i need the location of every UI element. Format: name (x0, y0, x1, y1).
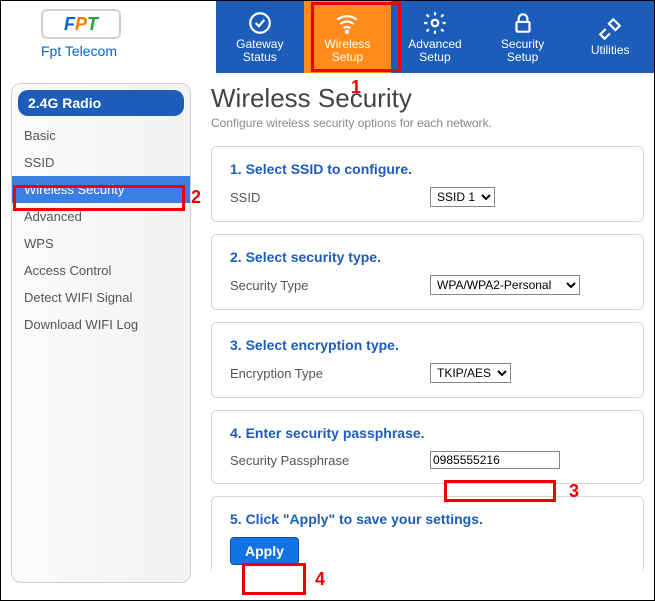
logo-letter-f: F (64, 14, 75, 35)
header: F P T Fpt Telecom Gateway Status Wireles… (1, 1, 654, 73)
nav-utilities[interactable]: Utilities (566, 1, 654, 73)
card-apply: 5. Click "Apply" to save your settings. … (211, 496, 644, 571)
logo-letter-t: T (87, 14, 98, 35)
nav-security-setup[interactable]: Security Setup (479, 1, 567, 73)
sidebar-item-advanced[interactable]: Advanced (12, 203, 190, 230)
annotation-4: 4 (315, 569, 325, 590)
passphrase-input[interactable] (430, 451, 560, 469)
lock-icon (510, 10, 536, 36)
page-subtitle: Configure wireless security options for … (211, 116, 644, 130)
label-security-type: Security Type (230, 278, 430, 293)
card-ssid: 1. Select SSID to configure. SSID SSID 1 (211, 146, 644, 222)
card-security-type: 2. Select security type. Security Type W… (211, 234, 644, 310)
logo-area: F P T Fpt Telecom (1, 1, 216, 73)
nav-label: Status (243, 51, 277, 64)
logo: F P T (41, 9, 121, 39)
card-title: 5. Click "Apply" to save your settings. (230, 511, 625, 527)
nav-label: Setup (419, 51, 450, 64)
nav-gateway-status[interactable]: Gateway Status (216, 1, 304, 73)
topnav: Gateway Status Wireless Setup Advanced S… (216, 1, 654, 73)
nav-label: Setup (507, 51, 538, 64)
sidebar-heading: 2.4G Radio (18, 90, 184, 116)
sidebar-item-detect-wifi[interactable]: Detect WIFI Signal (12, 284, 190, 311)
sidebar-item-wireless-security[interactable]: Wireless Security (12, 176, 190, 203)
ssid-select[interactable]: SSID 1 (430, 187, 495, 207)
sidebar-item-ssid[interactable]: SSID (12, 149, 190, 176)
page-title: Wireless Security (211, 83, 644, 114)
nav-label: Utilities (591, 44, 630, 57)
sidebar-item-download-log[interactable]: Download WIFI Log (12, 311, 190, 338)
card-title: 2. Select security type. (230, 249, 625, 265)
annotation-3: 3 (569, 481, 579, 502)
nav-wireless-setup[interactable]: Wireless Setup (304, 1, 392, 73)
content: Wireless Security Configure wireless sec… (211, 83, 644, 583)
label-encryption: Encryption Type (230, 366, 430, 381)
sidebar-item-access-control[interactable]: Access Control (12, 257, 190, 284)
card-title: 4. Enter security passphrase. (230, 425, 625, 441)
label-passphrase: Security Passphrase (230, 453, 430, 468)
annotation-2: 2 (191, 187, 201, 208)
nav-label: Setup (332, 51, 363, 64)
logo-letter-p: P (75, 14, 87, 35)
encryption-select[interactable]: TKIP/AES (430, 363, 511, 383)
label-ssid: SSID (230, 190, 430, 205)
card-title: 1. Select SSID to configure. (230, 161, 625, 177)
sidebar-item-wps[interactable]: WPS (12, 230, 190, 257)
apply-button[interactable]: Apply (230, 537, 299, 565)
tools-icon (597, 16, 623, 42)
nav-advanced-setup[interactable]: Advanced Setup (391, 1, 479, 73)
logo-tagline: Fpt Telecom (41, 43, 216, 59)
main: 2.4G Radio Basic SSID Wireless Security … (1, 73, 654, 583)
card-title: 3. Select encryption type. (230, 337, 625, 353)
security-type-select[interactable]: WPA/WPA2-Personal (430, 275, 580, 295)
wifi-icon (334, 10, 360, 36)
annotation-1: 1 (351, 77, 361, 98)
gear-icon (422, 10, 448, 36)
sidebar-item-basic[interactable]: Basic (12, 122, 190, 149)
card-passphrase: 4. Enter security passphrase. Security P… (211, 410, 644, 484)
card-encryption: 3. Select encryption type. Encryption Ty… (211, 322, 644, 398)
sidebar: 2.4G Radio Basic SSID Wireless Security … (11, 83, 191, 583)
check-circle-icon (247, 10, 273, 36)
